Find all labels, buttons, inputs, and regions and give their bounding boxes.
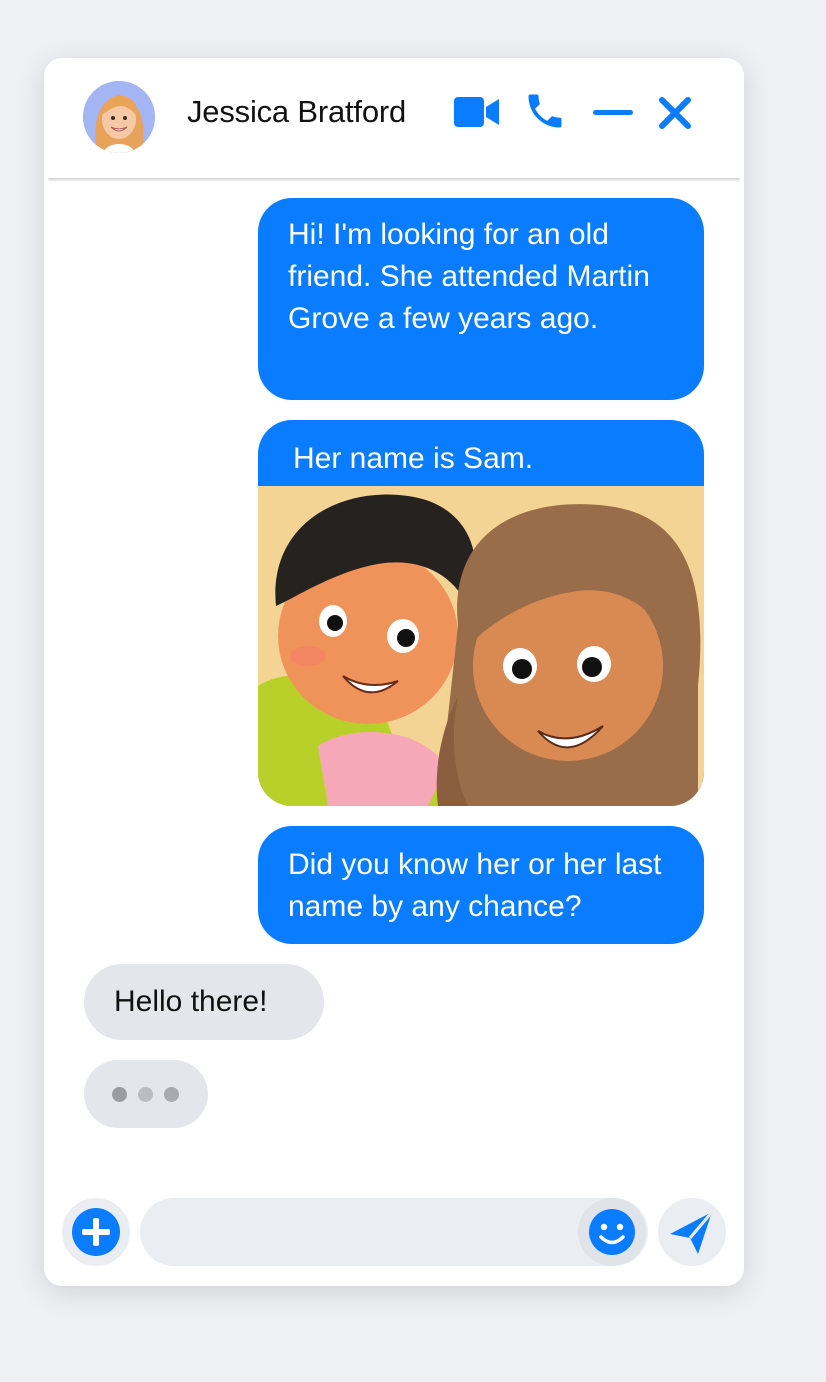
message-text: Did you know her or her last name by any… <box>288 848 662 923</box>
video-camera-icon <box>454 97 499 127</box>
typing-indicator <box>84 1060 208 1128</box>
add-attachment-button[interactable] <box>62 1198 130 1266</box>
typing-dot <box>138 1087 153 1102</box>
incoming-message[interactable]: Hello there! <box>84 964 324 1040</box>
close-icon <box>659 97 691 129</box>
message-text: Hi! I'm looking for an old friend. She a… <box>288 218 650 335</box>
header-divider <box>48 178 740 182</box>
emoji-button[interactable] <box>578 1198 646 1266</box>
chat-window: Jessica Bratford Hi! I'm looking for an … <box>44 58 744 1286</box>
chat-header: Jessica Bratford <box>44 58 744 180</box>
phone-icon <box>528 94 562 128</box>
emoji-icon <box>589 1209 635 1255</box>
avatar[interactable] <box>83 81 155 153</box>
composer <box>44 1196 744 1270</box>
outgoing-message[interactable]: Did you know her or her last name by any… <box>258 826 704 944</box>
contact-name: Jessica Bratford <box>187 94 407 129</box>
outgoing-image-message[interactable]: Her name is Sam. <box>258 420 704 806</box>
typing-dot <box>164 1087 179 1102</box>
send-button[interactable] <box>658 1198 726 1266</box>
message-text: Her name is Sam. <box>293 442 534 475</box>
typing-dot <box>112 1087 127 1102</box>
add-icon <box>72 1208 120 1256</box>
minimize-button[interactable] <box>592 106 634 118</box>
video-call-button[interactable] <box>454 96 500 128</box>
message-input[interactable] <box>140 1198 648 1266</box>
send-icon <box>670 1211 714 1254</box>
close-button[interactable] <box>658 96 692 130</box>
outgoing-message[interactable]: Hi! I'm looking for an old friend. She a… <box>258 198 704 400</box>
message-text: Hello there! <box>114 985 268 1018</box>
voice-call-button[interactable] <box>523 89 567 133</box>
minimize-icon <box>593 110 633 115</box>
friends-photo[interactable] <box>258 486 704 806</box>
